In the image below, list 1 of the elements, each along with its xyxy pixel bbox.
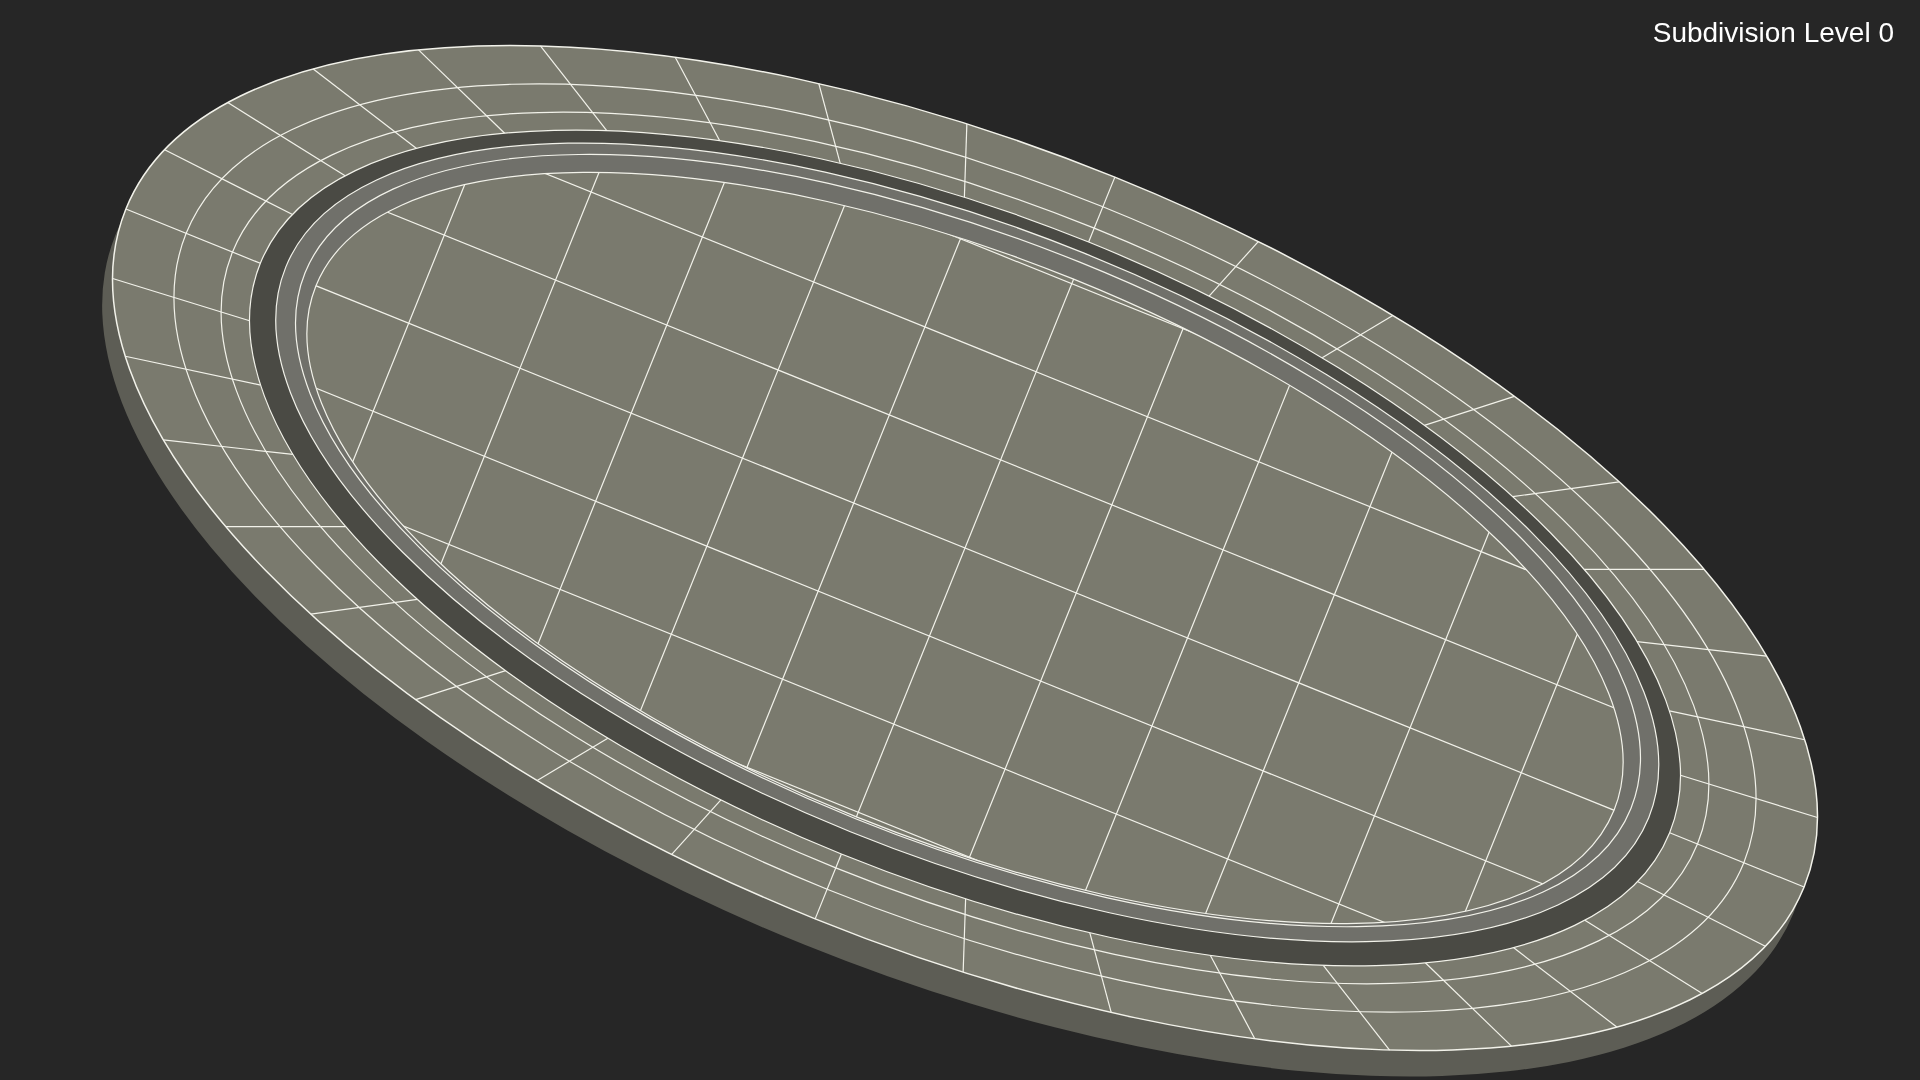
subdivision-level-label: Subdivision Level 0 xyxy=(1652,16,1894,50)
